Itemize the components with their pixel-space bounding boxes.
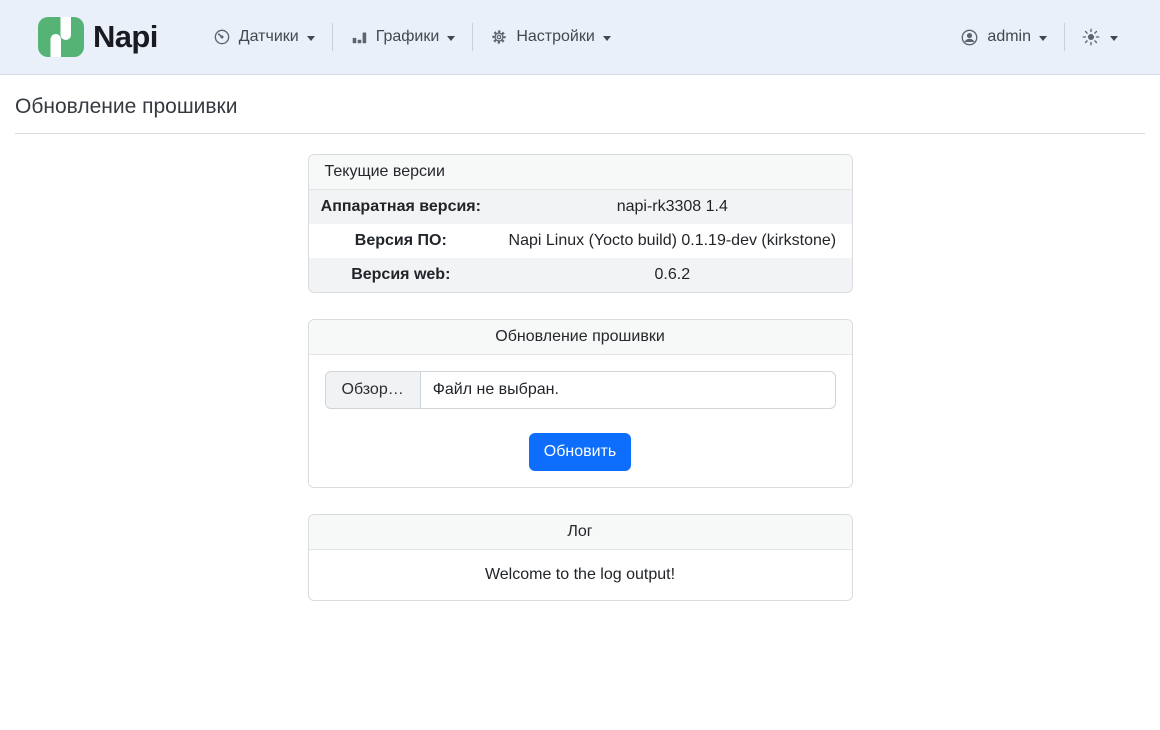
navbar: Napi Датчики Графики [0, 0, 1160, 75]
nav-label: Датчики [239, 28, 299, 46]
main-content: Обновление прошивки Текущие версии Аппар… [0, 95, 1160, 601]
firmware-update-card-title: Обновление прошивки [309, 320, 852, 355]
versions-card-title: Текущие версии [309, 155, 852, 190]
user-nav: admin [943, 17, 1135, 57]
submit-row: Обновить [325, 433, 836, 471]
table-row: Версия web: 0.6.2 [309, 258, 852, 292]
log-output: Welcome to the log output! [309, 550, 852, 600]
chevron-down-icon [1110, 36, 1118, 41]
table-row: Аппаратная версия: napi-rk3308 1.4 [309, 190, 852, 224]
firmware-update-card: Обновление прошивки Обзор… Файл не выбра… [308, 319, 853, 488]
person-circle-icon [960, 28, 979, 47]
browse-button[interactable]: Обзор… [326, 372, 421, 408]
firmware-file-input[interactable]: Обзор… Файл не выбран. [325, 371, 836, 409]
nav-item-charts[interactable]: Графики [333, 17, 473, 57]
version-row-label: Версия web: [309, 258, 494, 292]
version-row-value: napi-rk3308 1.4 [493, 190, 851, 224]
versions-table: Аппаратная версия: napi-rk3308 1.4 Верси… [309, 190, 852, 292]
chevron-down-icon [603, 36, 611, 41]
version-row-value: Napi Linux (Yocto build) 0.1.19-dev (kir… [493, 224, 851, 258]
firmware-update-card-body: Обзор… Файл не выбран. Обновить [309, 355, 852, 487]
gauge-icon [213, 28, 231, 46]
no-file-selected-text: Файл не выбран. [421, 372, 571, 408]
page-title: Обновление прошивки [15, 95, 1145, 119]
gear-icon [490, 28, 508, 46]
theme-toggle[interactable] [1065, 17, 1135, 57]
chevron-down-icon [307, 36, 315, 41]
title-divider [15, 133, 1145, 134]
log-card-title: Лог [309, 515, 852, 550]
nav-item-sensors[interactable]: Датчики [196, 17, 332, 57]
versions-card: Текущие версии Аппаратная версия: napi-r… [308, 154, 853, 293]
bar-chart-icon [350, 28, 368, 46]
username: admin [987, 28, 1031, 46]
nav-label: Настройки [516, 28, 594, 46]
chevron-down-icon [447, 36, 455, 41]
version-row-label: Версия ПО: [309, 224, 494, 258]
table-row: Версия ПО: Napi Linux (Yocto build) 0.1.… [309, 224, 852, 258]
update-button[interactable]: Обновить [529, 433, 631, 471]
version-row-label: Аппаратная версия: [309, 190, 494, 224]
brand-logo[interactable]: Napi [38, 17, 158, 58]
main-nav: Датчики Графики [196, 17, 628, 57]
nav-label: Графики [376, 28, 440, 46]
log-card: Лог Welcome to the log output! [308, 514, 853, 601]
napi-logo-icon [38, 17, 84, 58]
user-menu[interactable]: admin [943, 17, 1064, 57]
nav-item-settings[interactable]: Настройки [473, 17, 627, 57]
sun-icon [1082, 28, 1100, 46]
cards-column: Текущие версии Аппаратная версия: napi-r… [308, 154, 853, 601]
version-row-value: 0.6.2 [493, 258, 851, 292]
chevron-down-icon [1039, 36, 1047, 41]
brand-name: Napi [93, 19, 158, 55]
